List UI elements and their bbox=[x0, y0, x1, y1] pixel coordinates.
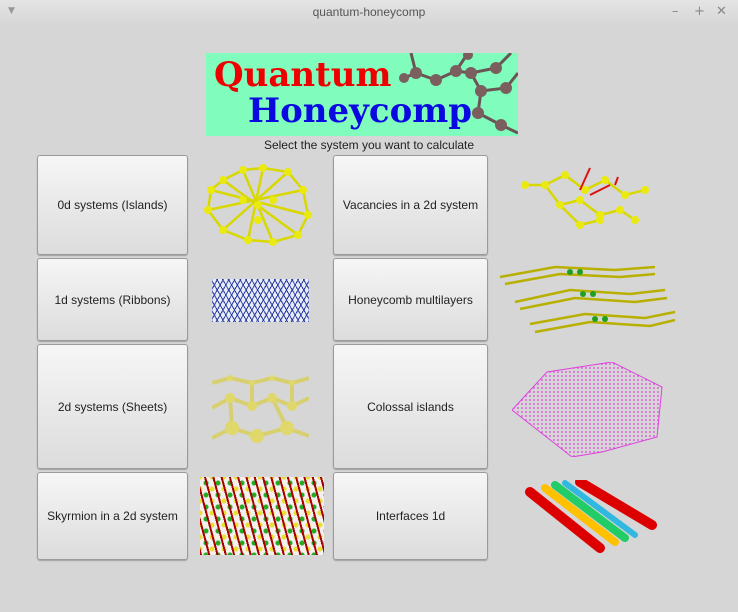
logo-text-quantum: Quantum bbox=[214, 55, 392, 95]
window-title: quantum-honeycomp bbox=[312, 5, 426, 19]
islands-button[interactable]: 0d systems (Islands) bbox=[37, 155, 188, 255]
maximize-button[interactable]: + bbox=[694, 4, 705, 19]
instruction-label: Select the system you want to calculate bbox=[263, 138, 475, 152]
island-image bbox=[204, 164, 312, 246]
multilayers-button[interactable]: Honeycomb multilayers bbox=[333, 258, 488, 341]
logo-banner: Quantum Honeycomp bbox=[206, 53, 518, 136]
interfaces-image bbox=[525, 480, 657, 553]
vacancies-button[interactable]: Vacancies in a 2d system bbox=[333, 155, 488, 255]
colossal-islands-button[interactable]: Colossal islands bbox=[333, 344, 488, 469]
ribbon-image bbox=[212, 279, 309, 322]
multilayers-image bbox=[499, 265, 676, 334]
skyrmion-image bbox=[200, 477, 324, 555]
vacancies-image bbox=[521, 167, 649, 229]
minimize-button[interactable]: – bbox=[672, 4, 679, 19]
logo-text-honeycomp: Honeycomp bbox=[248, 91, 473, 131]
sheets-button[interactable]: 2d systems (Sheets) bbox=[37, 344, 188, 469]
title-bar: ▼ quantum-honeycomp – + ✕ bbox=[0, 0, 738, 26]
skyrmion-button[interactable]: Skyrmion in a 2d system bbox=[37, 472, 188, 560]
interfaces-button[interactable]: Interfaces 1d bbox=[333, 472, 488, 560]
close-button[interactable]: ✕ bbox=[716, 4, 727, 19]
ribbons-button[interactable]: 1d systems (Ribbons) bbox=[37, 258, 188, 341]
colossal-island-image bbox=[512, 362, 663, 457]
sheet-image bbox=[212, 375, 309, 443]
